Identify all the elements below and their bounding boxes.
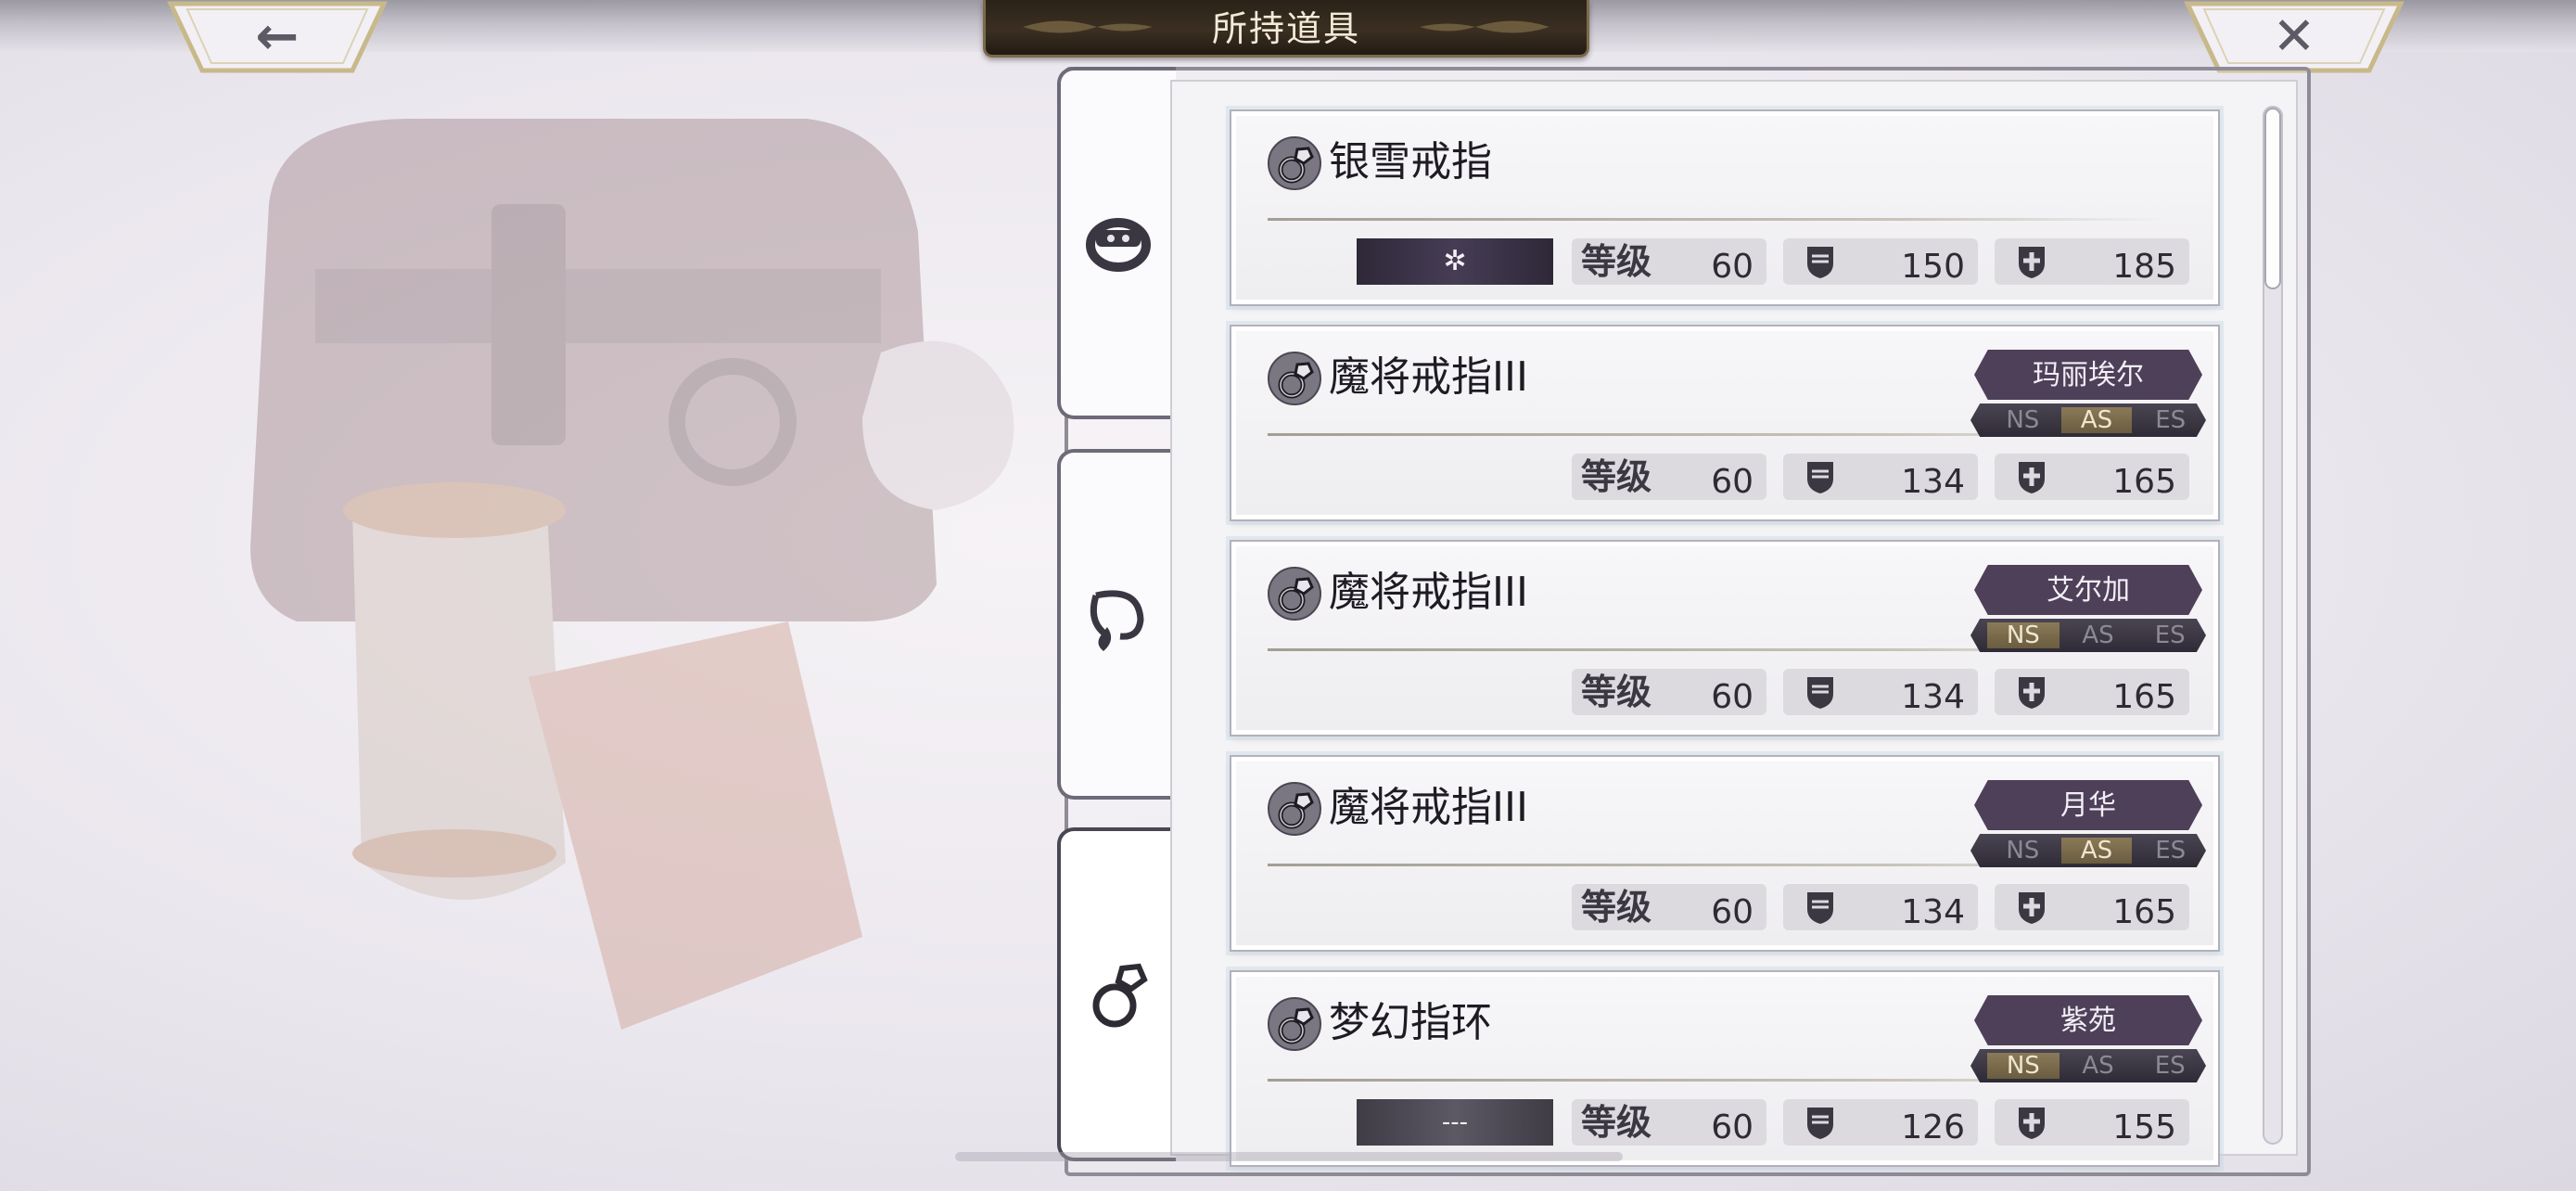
attack-value: 150 [1901,248,1965,286]
defense-stat: 165 [1995,884,2189,931]
defense-value: 165 [2112,463,2176,501]
ring-item-icon [1268,997,1321,1051]
title-plate: 所持道具 [983,0,1589,58]
level-value: 60 [1711,248,1753,286]
element-slot: --- [1357,1099,1553,1146]
stat-row: ✲ 等级 60 150 185 [1357,235,2191,287]
attack-value: 126 [1901,1108,1965,1146]
defense-stat: 165 [1995,669,2189,716]
level-value: 60 [1711,678,1753,716]
grade-tags: NS AS ES [1970,619,2206,652]
back-arrow-icon: ← [255,6,300,67]
level-stat: 等级 60 [1572,884,1766,931]
level-value: 60 [1711,1108,1753,1146]
stat-row: 等级 60 134 165 [1357,880,2191,932]
level-stat: 等级 60 [1572,238,1766,286]
item-card[interactable]: 银雪戒指 ✲ 等级 60 150 185 [1230,109,2220,306]
level-label: 等级 [1581,672,1652,712]
attack-stat: 134 [1783,884,1978,931]
element-slot: ✲ [1357,238,1553,285]
grade-tag-ns: NS [1987,1053,2060,1079]
defense-stat: 185 [1995,238,2189,286]
stat-row: 等级 60 134 165 [1357,450,2191,502]
attack-stat: 150 [1783,238,1978,286]
tab-bracelet[interactable] [1057,67,1176,419]
grade-tag-es: ES [2154,621,2186,649]
level-value: 60 [1711,463,1753,501]
item-card[interactable]: 魔将戒指III 艾尔加 NS AS ES 等级 60 134 165 [1230,540,2220,736]
level-label: 等级 [1581,887,1652,928]
grade-tag-as: AS [2060,407,2133,433]
close-icon: ✕ [2272,6,2316,67]
item-card[interactable]: 魔将戒指III 月华 NS AS ES 等级 60 134 165 [1230,755,2220,952]
owner-tag: 紫苑 [1974,995,2202,1045]
defense-value: 185 [2112,248,2176,286]
level-label: 等级 [1581,1102,1652,1143]
grade-tags: NS AS ES [1970,403,2206,437]
horizontal-scroll-indicator [955,1152,1623,1161]
page-title: 所持道具 [1211,8,1360,49]
defense-value: 155 [2112,1108,2176,1146]
level-stat: 等级 60 [1572,1099,1766,1146]
level-stat: 等级 60 [1572,669,1766,716]
grade-tag-ns: NS [2006,406,2040,434]
item-card[interactable]: 魔将戒指III 玛丽埃尔 NS AS ES 等级 60 134 165 [1230,325,2220,521]
level-stat: 等级 60 [1572,454,1766,501]
grade-tag-as: AS [2082,1052,2114,1080]
attack-stat: 126 [1783,1099,1978,1146]
grade-tag-es: ES [2154,1052,2186,1080]
close-button[interactable]: ✕ [2184,0,2404,74]
bracelet-icon [1086,218,1151,272]
level-label: 等级 [1581,456,1652,497]
tab-necklace[interactable] [1057,449,1176,800]
grade-tags: NS AS ES [1970,834,2206,867]
defense-value: 165 [2112,893,2176,931]
scrollbar-thumb[interactable] [2264,108,2281,289]
owner-tag: 艾尔加 [1974,565,2202,615]
tab-ring[interactable] [1057,827,1176,1161]
grade-tag-es: ES [2155,406,2187,434]
owner-tag: 玛丽埃尔 [1974,350,2202,400]
owner-tag: 月华 [1974,780,2202,830]
grade-tag-ns: NS [2006,837,2040,864]
attack-stat: 134 [1783,454,1978,501]
background-art [250,119,1014,1030]
attack-value: 134 [1901,678,1965,716]
grade-tag-ns: NS [1987,622,2060,648]
stat-row: 等级 60 134 165 [1357,665,2191,717]
ring-icon [1092,963,1148,1028]
item-name: 魔将戒指III [1329,569,1528,616]
item-card[interactable]: 梦幻指环 紫苑 NS AS ES --- 等级 60 126 155 [1230,970,2220,1167]
ring-item-icon [1268,782,1321,836]
item-name: 梦幻指环 [1329,999,1492,1046]
necklace-icon [1090,590,1144,651]
item-name: 魔将戒指III [1329,353,1528,401]
divider [1268,218,2167,221]
level-label: 等级 [1581,241,1652,282]
stat-row: --- 等级 60 126 155 [1357,1095,2191,1147]
grade-tag-as: AS [2082,621,2114,649]
ring-item-icon [1268,567,1321,621]
grade-tag-as: AS [2060,838,2133,864]
attack-value: 134 [1901,463,1965,501]
defense-value: 165 [2112,678,2176,716]
defense-stat: 165 [1995,454,2189,501]
item-name: 银雪戒指 [1329,138,1492,186]
attack-value: 134 [1901,893,1965,931]
item-name: 魔将戒指III [1329,784,1528,831]
ring-item-icon [1268,136,1321,190]
level-value: 60 [1711,893,1753,931]
grade-tags: NS AS ES [1970,1049,2206,1082]
defense-stat: 155 [1995,1099,2189,1146]
attack-stat: 134 [1783,669,1978,716]
ring-item-icon [1268,352,1321,405]
back-button[interactable]: ← [167,0,388,74]
grade-tag-es: ES [2155,837,2187,864]
